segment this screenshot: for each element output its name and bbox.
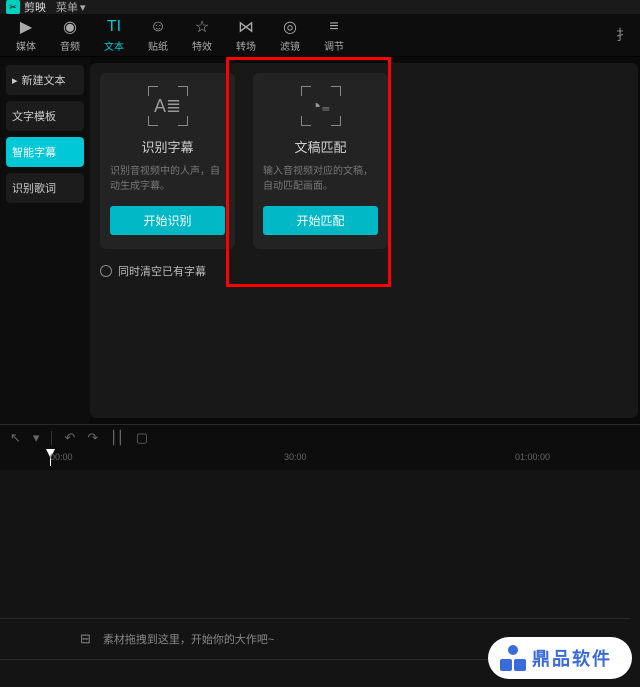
- start-recognize-button[interactable]: 开始识别: [110, 206, 225, 235]
- crop-icon[interactable]: ▢: [136, 430, 148, 446]
- script-match-icon: ◔₌: [302, 87, 340, 125]
- content-area: A≣ 识别字幕 识别音视频中的人声，自动生成字幕。 开始识别 ◔₌ 文稿匹配 输…: [90, 63, 638, 418]
- ruler-mark: 00:00: [50, 452, 73, 462]
- card-recognize-caption: A≣ 识别字幕 识别音视频中的人声，自动生成字幕。 开始识别: [100, 73, 235, 249]
- card-title: 文稿匹配: [294, 137, 346, 156]
- workspace: ▸新建文本 文字模板 智能字幕 识别歌词 A≣ 识别字幕 识别音视频中的人声，自…: [0, 57, 640, 424]
- transition-icon: ⋈: [238, 18, 254, 36]
- adjust-icon: ≡: [329, 18, 338, 36]
- menu-dropdown[interactable]: 菜单 ▾: [56, 0, 86, 15]
- logo-icon: [6, 0, 20, 14]
- clear-caption-option[interactable]: 同时清空已有字幕: [100, 263, 628, 279]
- main-toolbar: ▶媒体 ◉音频 TI文本 ☺贴纸 ☆特效 ⋈转场 ◎滤镜 ≡调节 扌: [0, 14, 640, 57]
- titlebar: 剪映 菜单 ▾: [0, 0, 640, 14]
- tab-adjust[interactable]: ≡调节: [312, 18, 356, 53]
- toggle-icon[interactable]: ▾: [33, 430, 40, 446]
- tab-sticker[interactable]: ☺贴纸: [136, 18, 180, 53]
- start-match-button[interactable]: 开始匹配: [263, 206, 378, 235]
- media-icon: ▶: [20, 18, 32, 36]
- timeline-ruler[interactable]: 00:00 30:00 01:00:00: [0, 450, 640, 470]
- triangle-right-icon: ▸: [12, 74, 18, 87]
- tab-effects[interactable]: ☆特效: [180, 18, 224, 53]
- radio-icon: [100, 265, 112, 277]
- sidebar-item-text-template[interactable]: 文字模板: [6, 101, 84, 131]
- timeline-toolbar: ↖ ▾ ↶ ↷ ⎮⎮ ▢: [0, 424, 640, 450]
- cursor-tool-icon[interactable]: ↖: [10, 430, 21, 446]
- chevron-down-icon: ▾: [80, 1, 86, 14]
- effects-icon: ☆: [195, 18, 209, 36]
- watermark-logo-icon: [500, 645, 526, 671]
- recognize-icon: A≣: [149, 87, 187, 125]
- undo-icon[interactable]: ↶: [64, 430, 75, 446]
- timeline-placeholder: 素材拖拽到这里，开始你的大作吧~: [103, 631, 274, 647]
- app-logo: 剪映: [6, 0, 46, 15]
- sidepanel: ▸新建文本 文字模板 智能字幕 识别歌词: [0, 57, 90, 424]
- tab-media[interactable]: ▶媒体: [4, 18, 48, 53]
- tab-audio[interactable]: ◉音频: [48, 18, 92, 53]
- app-name: 剪映: [24, 0, 46, 15]
- card-desc: 识别音视频中的人声，自动生成字幕。: [110, 164, 225, 194]
- ruler-mark: 30:00: [284, 452, 307, 462]
- film-icon: ⊟: [80, 631, 91, 647]
- sidebar-item-smart-caption[interactable]: 智能字幕: [6, 137, 84, 167]
- tab-transition[interactable]: ⋈转场: [224, 18, 268, 53]
- tab-filter[interactable]: ◎滤镜: [268, 18, 312, 53]
- split-icon[interactable]: ⎮⎮: [110, 430, 124, 446]
- card-desc: 输入音视频对应的文稿，自动匹配画面。: [263, 164, 378, 194]
- toolbar-more[interactable]: 扌: [616, 25, 636, 45]
- card-title: 识别字幕: [141, 137, 193, 156]
- filter-icon: ◎: [283, 18, 297, 36]
- sticker-icon: ☺: [150, 18, 166, 36]
- text-icon: TI: [107, 18, 121, 36]
- watermark-badge: 鼎品软件: [488, 637, 632, 679]
- ruler-mark: 01:00:00: [515, 452, 550, 462]
- card-script-match: ◔₌ 文稿匹配 输入音视频对应的文稿，自动匹配画面。 开始匹配: [253, 73, 388, 249]
- redo-icon[interactable]: ↷: [87, 430, 98, 446]
- audio-icon: ◉: [63, 18, 77, 36]
- sidebar-item-lyrics[interactable]: 识别歌词: [6, 173, 84, 203]
- sidebar-item-new-text[interactable]: ▸新建文本: [6, 65, 84, 95]
- tab-text[interactable]: TI文本: [92, 18, 136, 53]
